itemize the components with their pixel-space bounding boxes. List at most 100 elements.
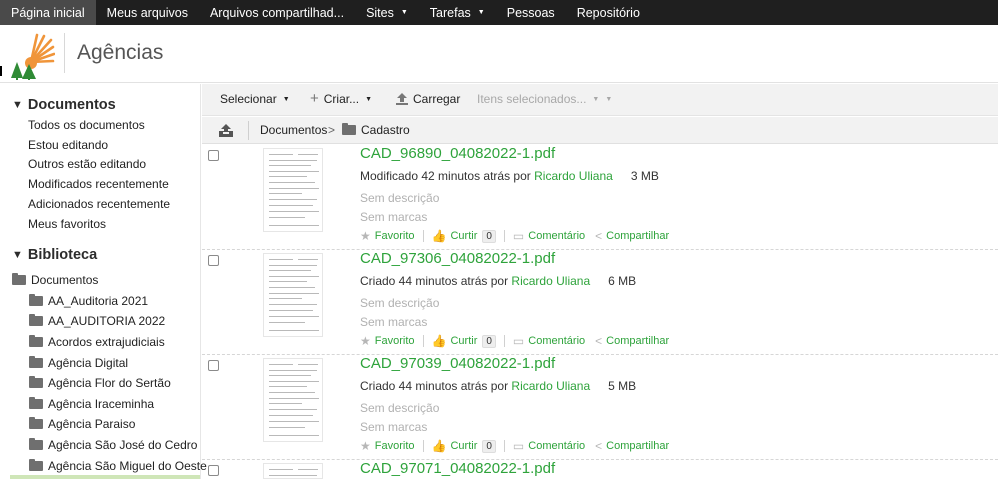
upload-button[interactable]: Carregar [396, 92, 460, 106]
document-title-link[interactable]: CAD_97039_04082022-1.pdf [360, 355, 555, 372]
document-user-link[interactable]: Ricardo Uliana [534, 169, 613, 183]
like-action[interactable]: 👍 Curtir 0 [432, 334, 496, 348]
comment-action[interactable]: ▭ Comentário [513, 439, 585, 453]
document-checkbox[interactable] [208, 255, 219, 266]
document-title-link[interactable]: CAD_97306_04082022-1.pdf [360, 250, 555, 267]
document-checkbox[interactable] [208, 360, 219, 371]
filter-recently-modified[interactable]: Modificados recentemente [28, 177, 169, 191]
favorite-action[interactable]: ★ Favorito [360, 334, 415, 348]
thumbs-up-icon: 👍 [431, 439, 447, 453]
create-menu-button[interactable]: + Criar... ▼ [310, 90, 372, 107]
comment-action[interactable]: ▭ Comentário [513, 229, 585, 243]
nav-home-label: Página inicial [11, 5, 85, 20]
filter-editing-by-me[interactable]: Estou editando [28, 138, 108, 152]
tree-item-folder[interactable]: Agência São José do Cedro [29, 438, 197, 452]
document-tags: Sem marcas [360, 210, 428, 224]
selected-items-label: Itens selecionados... [477, 92, 587, 106]
folder-icon [29, 314, 43, 326]
tree-item-label: Agência Digital [48, 356, 129, 370]
share-action[interactable]: < Compartilhar [595, 439, 669, 453]
upload-label: Carregar [413, 92, 461, 106]
favorite-action[interactable]: ★ Favorito [360, 439, 415, 453]
breadcrumb-root-link[interactable]: Documentos [260, 123, 327, 137]
star-icon: ★ [360, 439, 371, 453]
document-user-link[interactable]: Ricardo Uliana [511, 379, 590, 393]
comment-action[interactable]: ▭ Comentário [513, 334, 585, 348]
document-size: 5 MB [608, 379, 637, 393]
nav-shared-files[interactable]: Arquivos compartilhad... [199, 0, 355, 25]
document-user-link[interactable]: Ricardo Uliana [511, 274, 590, 288]
share-action[interactable]: < Compartilhar [595, 229, 669, 243]
document-description: Sem descrição [360, 191, 440, 205]
tree-item-label: Acordos extrajudiciais [48, 335, 165, 349]
document-title-link[interactable]: CAD_96890_04082022-1.pdf [360, 145, 555, 162]
edge-marker [0, 66, 2, 76]
document-checkbox[interactable] [208, 465, 219, 476]
nav-my-files[interactable]: Meus arquivos [96, 0, 199, 25]
document-title-link[interactable]: CAD_97071_04082022-1.pdf [360, 460, 555, 477]
nav-sites[interactable]: Sites ▼ [355, 0, 419, 25]
nav-home[interactable]: Página inicial [0, 0, 96, 25]
document-description: Sem descrição [360, 401, 440, 415]
document-thumbnail[interactable] [263, 463, 323, 479]
tree-item-folder[interactable]: Acordos extrajudiciais [29, 335, 165, 349]
filter-all-documents[interactable]: Todos os documentos [28, 118, 145, 132]
triangle-down-icon: ▼ [12, 249, 23, 261]
select-menu-button[interactable]: Selecionar ▼ [220, 92, 290, 106]
breadcrumb-current-label: Cadastro [361, 123, 410, 137]
tree-item-folder[interactable]: Agência São Miguel do Oeste [29, 459, 207, 473]
create-menu-label: Criar... [323, 92, 360, 106]
filter-my-favorites[interactable]: Meus favoritos [28, 217, 106, 231]
favorite-action[interactable]: ★ Favorito [360, 229, 415, 243]
document-thumbnail[interactable] [263, 253, 323, 337]
filter-recently-added[interactable]: Adicionados recentemente [28, 197, 170, 211]
tree-item-folder[interactable]: Agência Iraceminha [29, 397, 154, 411]
plus-icon: + [310, 90, 319, 107]
like-action[interactable]: 👍 Curtir 0 [432, 229, 496, 243]
nav-people[interactable]: Pessoas [496, 0, 566, 25]
tree-item-folder[interactable]: AA_AUDITORIA 2022 [29, 314, 165, 328]
document-meta: Modificado 42 minutos atrás por Ricardo … [360, 169, 659, 183]
document-row: CAD_96890_04082022-1.pdf Modificado 42 m… [202, 145, 998, 250]
document-size: 3 MB [630, 169, 659, 183]
action-divider [503, 440, 505, 452]
nav-tasks[interactable]: Tarefas ▼ [419, 0, 496, 25]
top-navigation: Página inicial Meus arquivos Arquivos co… [0, 0, 998, 25]
caret-down-icon: ▼ [477, 9, 485, 16]
document-thumbnail[interactable] [263, 358, 323, 442]
document-meta: Criado 44 minutos atrás por Ricardo Ulia… [360, 379, 636, 393]
document-tags: Sem marcas [360, 315, 428, 329]
thumbs-up-icon: 👍 [431, 334, 447, 348]
document-thumbnail[interactable] [263, 148, 323, 232]
document-row: CAD_97039_04082022-1.pdf Criado 44 minut… [202, 355, 998, 460]
document-checkbox[interactable] [208, 150, 219, 161]
site-title[interactable]: Agências [77, 41, 163, 65]
library-section-header[interactable]: ▼ Biblioteca [12, 247, 97, 263]
like-action[interactable]: 👍 Curtir 0 [432, 439, 496, 453]
filter-editing-by-others[interactable]: Outros estão editando [28, 157, 146, 171]
tree-item-documents-root[interactable]: Documentos [12, 273, 98, 287]
document-meta: Criado 44 minutos atrás por Ricardo Ulia… [360, 274, 636, 288]
tree-item-folder[interactable]: Agência Digital [29, 356, 128, 370]
nav-repository[interactable]: Repositório [566, 0, 651, 25]
tree-item-folder[interactable]: Agência Paraiso [29, 417, 135, 431]
tree-item-label: Documentos [31, 273, 99, 287]
caret-down-icon: ▼ [400, 9, 408, 16]
breadcrumb-bar: Documentos > Cadastro [202, 117, 998, 144]
folder-icon [29, 459, 43, 471]
tree-item-folder[interactable]: Agência Flor do Sertão [29, 376, 171, 390]
site-header: Agências [0, 25, 998, 83]
nav-my-files-label: Meus arquivos [106, 5, 188, 20]
tree-item-folder[interactable]: AA_Auditoria 2021 [29, 294, 148, 308]
tree-item-label: AA_AUDITORIA 2022 [48, 314, 166, 328]
folder-up-icon[interactable] [218, 122, 234, 138]
nav-shared-files-label: Arquivos compartilhad... [209, 5, 345, 20]
share-action[interactable]: < Compartilhar [595, 334, 669, 348]
document-action: Modificado 42 minutos atrás por [360, 169, 531, 183]
documents-section-header[interactable]: ▼ Documentos [12, 97, 116, 113]
document-toolbar: Selecionar ▼ + Criar... ▼ Carregar Itens se… [202, 84, 998, 116]
comment-label: Comentário [528, 230, 586, 242]
breadcrumb-current: Cadastro [342, 123, 410, 137]
tree-item-label: Agência Flor do Sertão [48, 376, 171, 390]
selected-items-menu[interactable]: Itens selecionados... ▼ ▼ [477, 92, 612, 106]
